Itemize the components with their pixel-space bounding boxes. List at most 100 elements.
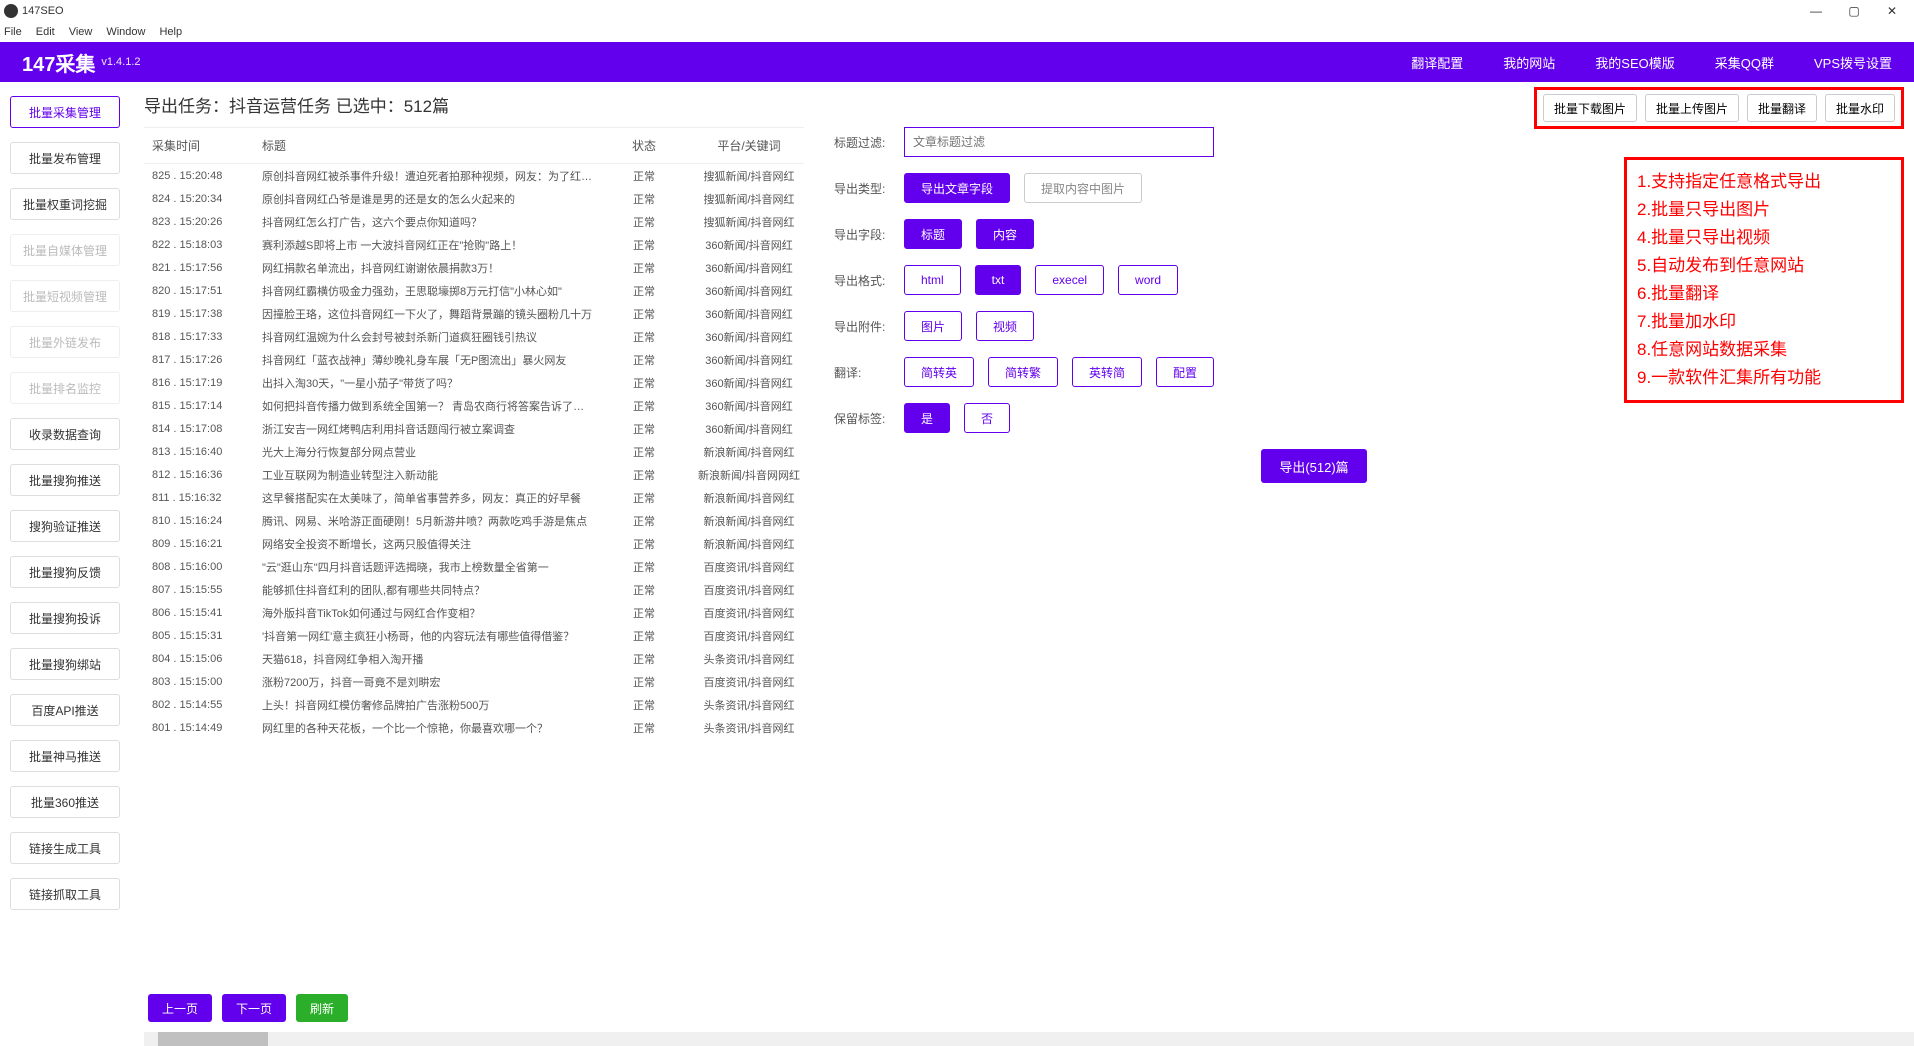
table-row[interactable]: 812 . 15:16:36工业互联网为制造业转型注入新动能正常新浪新闻/抖音网… xyxy=(144,463,804,486)
export-format-label: 导出格式: xyxy=(834,272,904,289)
refresh-button[interactable]: 刷新 xyxy=(296,994,348,1022)
cell-title: 抖音网红温婉为什么会封号被封杀新门道疯狂圈钱引热议 xyxy=(254,329,594,345)
cell-platform: 360新闻/抖音网红 xyxy=(694,237,804,253)
batch-watermark[interactable]: 批量水印 xyxy=(1825,94,1895,122)
cell-status: 正常 xyxy=(594,720,694,736)
batch-upload-images[interactable]: 批量上传图片 xyxy=(1645,94,1739,122)
table-row[interactable]: 821 . 15:17:56网红捐款名单流出，抖音网红谢谢依晨捐款3万！正常36… xyxy=(144,256,804,279)
keep-tag-no[interactable]: 否 xyxy=(964,403,1010,433)
maximize-button[interactable]: ▢ xyxy=(1844,4,1864,18)
table-row[interactable]: 820 . 15:17:51抖音网红霸横仿吸金力强劲，王思聪壕掷8万元打信"小林… xyxy=(144,279,804,302)
nav-translate-config[interactable]: 翻译配置 xyxy=(1411,53,1463,72)
format-html[interactable]: html xyxy=(904,265,961,295)
table-row[interactable]: 805 . 15:15:31'抖音第一网红'意主疯狂小杨哥，他的内容玩法有哪些值… xyxy=(144,624,804,647)
close-button[interactable]: ✕ xyxy=(1882,4,1902,18)
sidebar-item-15[interactable]: 批量360推送 xyxy=(10,786,120,818)
table-row[interactable]: 813 . 15:16:40光大上海分行恢复部分网点营业正常新浪新闻/抖音网红 xyxy=(144,440,804,463)
nav-qq-group[interactable]: 采集QQ群 xyxy=(1715,53,1774,72)
table-row[interactable]: 819 . 15:17:38因撞脸王珞，这位抖音网红一下火了，舞蹈背景蹦的镜头圈… xyxy=(144,302,804,325)
sidebar-item-6[interactable]: 批量排名监控 xyxy=(10,372,120,404)
trans-config[interactable]: 配置 xyxy=(1156,357,1214,387)
cell-title: 海外版抖音TikTok如何通过与网红合作变相？ xyxy=(254,605,594,621)
sidebar-item-2[interactable]: 批量权重词挖掘 xyxy=(10,188,120,220)
export-type-images[interactable]: 提取内容中图片 xyxy=(1024,173,1142,203)
attach-video[interactable]: 视频 xyxy=(976,311,1034,341)
table-row[interactable]: 802 . 15:14:55上头！抖音网红模仿奢修品牌拍广告涨粉500万正常头条… xyxy=(144,693,804,716)
keep-tag-yes[interactable]: 是 xyxy=(904,403,950,433)
nav-seo-templates[interactable]: 我的SEO模版 xyxy=(1595,53,1674,72)
table-row[interactable]: 818 . 15:17:33抖音网红温婉为什么会封号被封杀新门道疯狂圈钱引热议正… xyxy=(144,325,804,348)
sidebar-item-17[interactable]: 链接抓取工具 xyxy=(10,878,120,910)
table-row[interactable]: 816 . 15:17:19出抖入淘30天，"一星小茄子"带货了吗？正常360新… xyxy=(144,371,804,394)
table-row[interactable]: 809 . 15:16:21网络安全投资不断增长，这两只股值得关注正常新浪新闻/… xyxy=(144,532,804,555)
cell-time: 825 . 15:20:48 xyxy=(144,170,254,182)
nav-vps-dial[interactable]: VPS拨号设置 xyxy=(1814,53,1892,72)
sidebar-item-11[interactable]: 批量搜狗投诉 xyxy=(10,602,120,634)
menu-help[interactable]: Help xyxy=(159,26,182,38)
table-row[interactable]: 817 . 15:17:26抖音网红「蓝衣战神」薄纱晚礼身车展「无P图流出」暴火… xyxy=(144,348,804,371)
sidebar-item-13[interactable]: 百度API推送 xyxy=(10,694,120,726)
cell-title: 如何把抖音传播力做到系统全国第一？ 青岛农商行将答案告诉了我们…… xyxy=(254,398,594,414)
prev-page-button[interactable]: 上一页 xyxy=(148,994,212,1022)
cell-time: 814 . 15:17:08 xyxy=(144,423,254,435)
sidebar-item-3[interactable]: 批量自媒体管理 xyxy=(10,234,120,266)
sidebar-item-8[interactable]: 批量搜狗推送 xyxy=(10,464,120,496)
menu-file[interactable]: File xyxy=(4,26,22,38)
sidebar-item-9[interactable]: 搜狗验证推送 xyxy=(10,510,120,542)
table-row[interactable]: 814 . 15:17:08浙江安吉一网红烤鸭店利用抖音话题闯行被立案调查正常3… xyxy=(144,417,804,440)
export-field-title[interactable]: 标题 xyxy=(904,219,962,249)
table-row[interactable]: 803 . 15:15:00涨粉7200万，抖音一哥竟不是刘畊宏正常百度资讯/抖… xyxy=(144,670,804,693)
export-type-fields[interactable]: 导出文章字段 xyxy=(904,173,1010,203)
table-row[interactable]: 810 . 15:16:24腾讯、网易、米哈游正面硬刚！5月新游井喷？两款吃鸡手… xyxy=(144,509,804,532)
table-row[interactable]: 822 . 15:18:03赛利添越S即将上市 一大波抖音网红正在"抢购"路上！… xyxy=(144,233,804,256)
table-row[interactable]: 815 . 15:17:14如何把抖音传播力做到系统全国第一？ 青岛农商行将答案… xyxy=(144,394,804,417)
scrollbar-thumb[interactable] xyxy=(158,1032,268,1046)
table-row[interactable]: 823 . 15:20:26抖音网红怎么打广告，这六个要点你知道吗？正常搜狐新闻… xyxy=(144,210,804,233)
th-time: 采集时间 xyxy=(144,137,254,154)
sidebar-item-14[interactable]: 批量神马推送 xyxy=(10,740,120,772)
format-excel[interactable]: execel xyxy=(1035,265,1104,295)
app-title: 147采集 xyxy=(22,48,95,77)
cell-title: '抖音第一网红'意主疯狂小杨哥，他的内容玩法有哪些值得借鉴？ xyxy=(254,628,594,644)
sidebar-item-5[interactable]: 批量外链发布 xyxy=(10,326,120,358)
trans-en-cn[interactable]: 英转简 xyxy=(1072,357,1142,387)
export-button[interactable]: 导出(512)篇 xyxy=(1261,449,1366,483)
sidebar-item-0[interactable]: 批量采集管理 xyxy=(10,96,120,128)
table-row[interactable]: 807 . 15:15:55能够抓住抖音红利的团队,都有哪些共同特点？正常百度资… xyxy=(144,578,804,601)
cell-status: 正常 xyxy=(594,605,694,621)
attach-image[interactable]: 图片 xyxy=(904,311,962,341)
table-row[interactable]: 804 . 15:15:06天猫618，抖音网红争相入淘开播正常头条资讯/抖音网… xyxy=(144,647,804,670)
next-page-button[interactable]: 下一页 xyxy=(222,994,286,1022)
cell-platform: 新浪新闻/抖音网红 xyxy=(694,536,804,552)
batch-actions-box: 批量下载图片 批量上传图片 批量翻译 批量水印 xyxy=(1534,87,1904,129)
feature-note: 4.批量只导出视频 xyxy=(1637,224,1891,252)
table-row[interactable]: 808 . 15:16:00"云"逛山东"四月抖音话题评选揭晓，我市上榜数量全省… xyxy=(144,555,804,578)
sidebar-item-7[interactable]: 收录数据查询 xyxy=(10,418,120,450)
export-field-content[interactable]: 内容 xyxy=(976,219,1034,249)
cell-status: 正常 xyxy=(594,375,694,391)
cell-time: 806 . 15:15:41 xyxy=(144,607,254,619)
trans-cn-tw[interactable]: 简转繁 xyxy=(988,357,1058,387)
format-txt[interactable]: txt xyxy=(975,265,1022,295)
menu-window[interactable]: Window xyxy=(106,26,145,38)
table-row[interactable]: 825 . 15:20:48原创抖音网红被杀事件升级！遭迫死者拍那种视频，网友：… xyxy=(144,164,804,187)
batch-translate[interactable]: 批量翻译 xyxy=(1747,94,1817,122)
table-row[interactable]: 811 . 15:16:32这早餐搭配实在太美味了，简单省事营养多，网友：真正的… xyxy=(144,486,804,509)
batch-download-images[interactable]: 批量下载图片 xyxy=(1543,94,1637,122)
format-word[interactable]: word xyxy=(1118,265,1178,295)
table-row[interactable]: 824 . 15:20:34原创抖音网红凸爷是谁是男的还是女的怎么火起来的正常搜… xyxy=(144,187,804,210)
menu-edit[interactable]: Edit xyxy=(36,26,55,38)
sidebar-item-10[interactable]: 批量搜狗反馈 xyxy=(10,556,120,588)
sidebar-item-16[interactable]: 链接生成工具 xyxy=(10,832,120,864)
nav-my-sites[interactable]: 我的网站 xyxy=(1503,53,1555,72)
title-filter-input[interactable] xyxy=(904,127,1214,157)
trans-cn-en[interactable]: 简转英 xyxy=(904,357,974,387)
sidebar-item-4[interactable]: 批量短视频管理 xyxy=(10,280,120,312)
horizontal-scrollbar[interactable] xyxy=(144,1032,1914,1046)
table-row[interactable]: 801 . 15:14:49网红里的各种天花板，一个比一个惊艳，你最喜欢哪一个？… xyxy=(144,716,804,739)
minimize-button[interactable]: — xyxy=(1806,4,1826,18)
table-row[interactable]: 806 . 15:15:41海外版抖音TikTok如何通过与网红合作变相？正常百… xyxy=(144,601,804,624)
sidebar-item-12[interactable]: 批量搜狗绑站 xyxy=(10,648,120,680)
menu-view[interactable]: View xyxy=(69,26,93,38)
sidebar-item-1[interactable]: 批量发布管理 xyxy=(10,142,120,174)
